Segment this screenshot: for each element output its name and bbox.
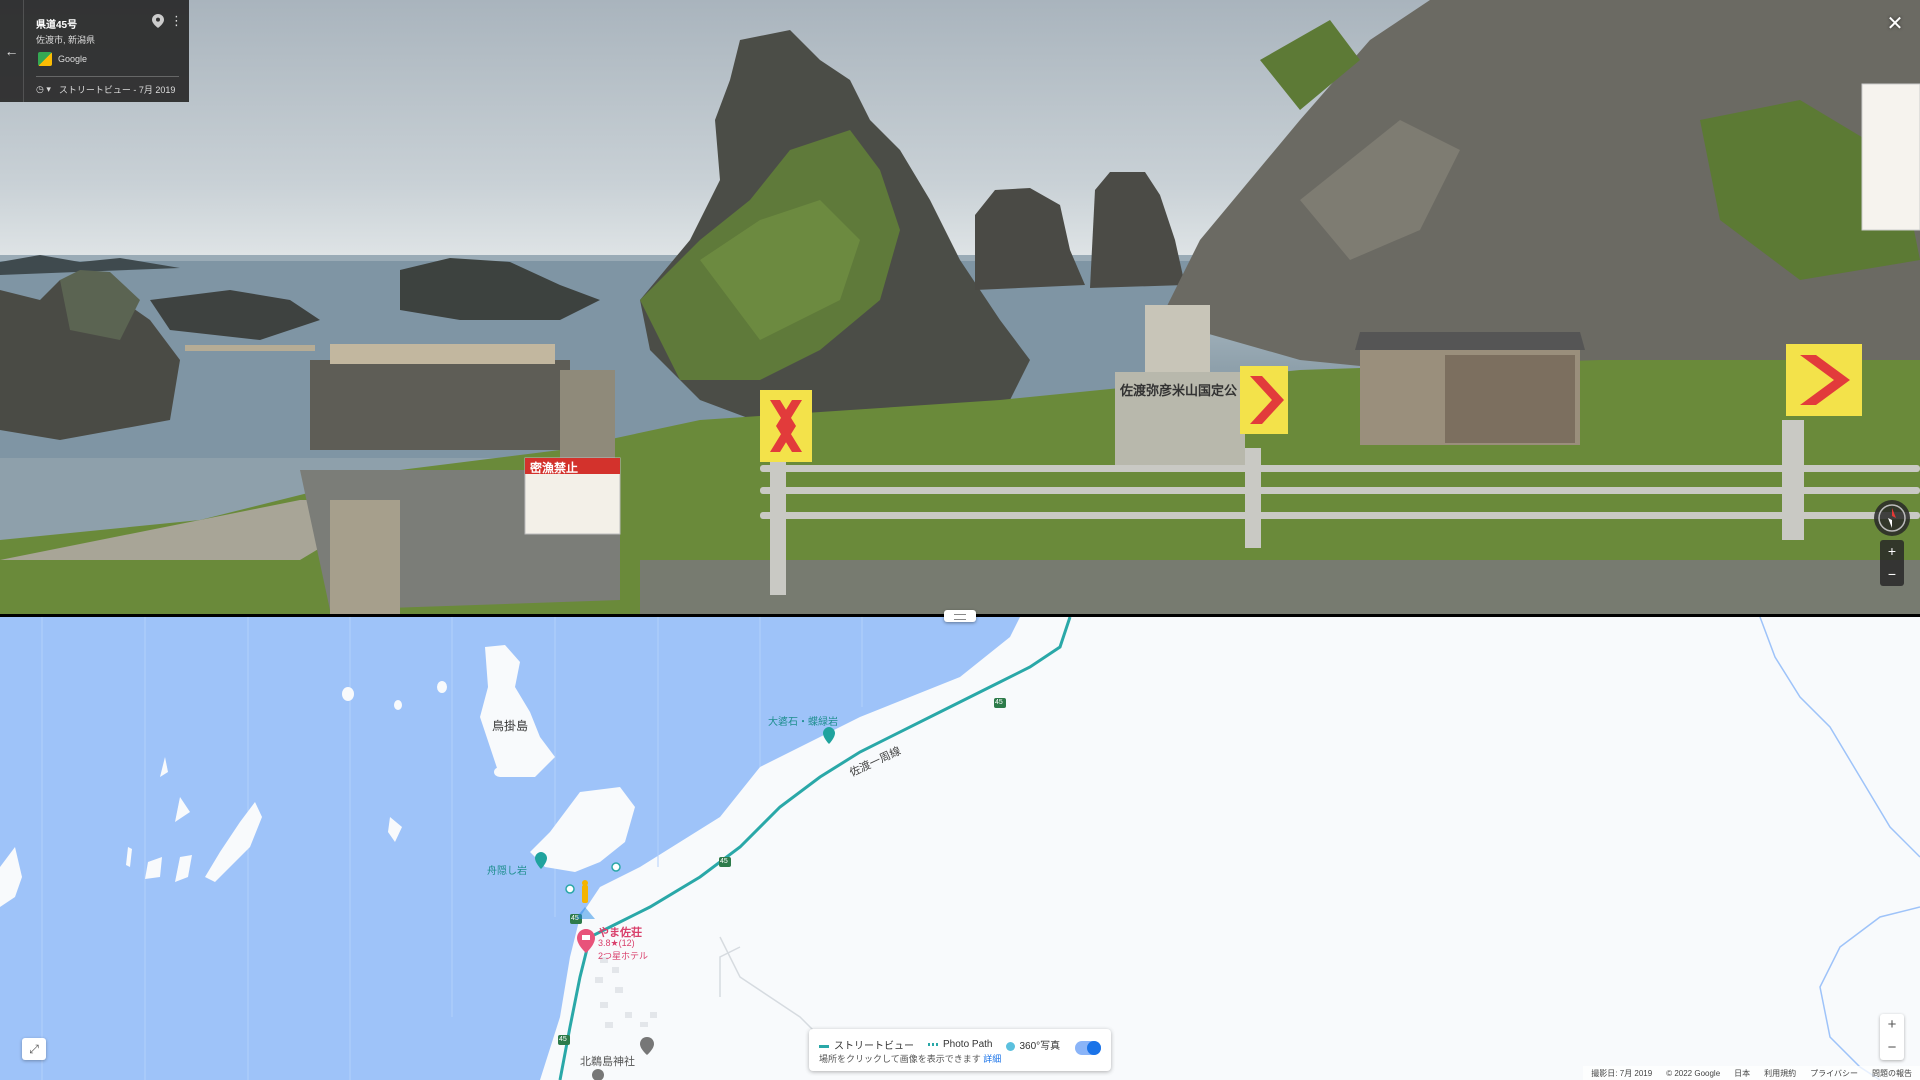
terms-link[interactable]: 利用規約 <box>1764 1068 1796 1079</box>
route-number: 45 <box>720 858 728 865</box>
legend-details-link[interactable]: 詳細 <box>983 1054 1001 1064</box>
history-clock-icon: ◷ ▾ <box>36 84 51 94</box>
shrine-label[interactable]: 北鵜島神社 <box>580 1053 635 1069</box>
route-number: 45 <box>559 1036 567 1043</box>
map-footer: 撮影日: 7月 2019 © 2022 Google 日本 利用規約 プライバシ… <box>1583 1066 1920 1080</box>
more-options-icon[interactable]: ⋮ <box>170 14 183 30</box>
zoom-out-button[interactable]: − <box>1880 563 1904 586</box>
coverage-toggle[interactable] <box>1075 1041 1101 1055</box>
location-info-card: ← 県道45号 佐渡市, 新潟県 Google ⋮ ◷ ▾ ストリートビュー -… <box>0 0 189 102</box>
map-canvas[interactable] <box>0 617 1920 1080</box>
timeline-button[interactable]: ◷ ▾ ストリートビュー - 7月 2019 <box>36 83 175 96</box>
chevron-marker-center <box>1240 366 1288 434</box>
back-arrow-icon[interactable]: ← <box>0 0 24 102</box>
hotel-type: 2つ星ホテル <box>598 951 649 961</box>
map-zoom-out-button[interactable]: − <box>1880 1037 1904 1060</box>
location-subtitle: 佐渡市, 新潟県 <box>36 35 96 45</box>
google-logo-icon <box>38 52 52 66</box>
close-icon[interactable]: ✕ <box>1884 14 1906 36</box>
legend-photopath: Photo Path <box>928 1039 992 1050</box>
street-view-scene[interactable] <box>0 0 1920 614</box>
route-number: 45 <box>995 699 1003 706</box>
location-pin-icon[interactable] <box>152 14 164 28</box>
hotel-pin-icon[interactable] <box>577 929 595 953</box>
legend-360-photo: 360°写真 <box>1006 1037 1060 1052</box>
map-zoom-control: + − <box>1880 1014 1904 1060</box>
country-link[interactable]: 日本 <box>1734 1068 1750 1079</box>
road-title: 県道45号 <box>36 20 78 31</box>
brand-label: Google <box>58 54 88 64</box>
report-link[interactable]: 問題の報告 <box>1872 1068 1912 1079</box>
google-brand: Google <box>38 52 87 66</box>
street-view-panorama[interactable]: 密漁禁止 佐渡弥彦米山国定公 ← 県道45号 佐渡市, 新潟県 Google ⋮… <box>0 0 1920 614</box>
route-number: 45 <box>571 915 579 922</box>
legend-streetview: ストリートビュー <box>819 1037 914 1052</box>
expand-map-icon[interactable]: ⤢ <box>22 1038 46 1060</box>
map-zoom-in-button[interactable]: + <box>1880 1014 1904 1037</box>
poi-label-boat-rock[interactable]: 舟隠し岩 <box>487 862 527 877</box>
shrine-pin-icon[interactable] <box>640 1037 654 1055</box>
legend-hint: 場所をクリックして画像を表示できます 詳細 <box>819 1054 1002 1064</box>
card-divider <box>36 76 179 77</box>
privacy-link[interactable]: プライバシー <box>1810 1068 1858 1079</box>
split-resize-handle[interactable] <box>944 610 976 622</box>
poi-pin-icon[interactable] <box>823 727 835 744</box>
chevron-marker-left <box>760 390 812 462</box>
warning-sign-title: 密漁禁止 <box>530 461 579 475</box>
chevron-marker-right <box>1786 344 1862 416</box>
capture-date: 撮影日: 7月 2019 <box>1591 1068 1653 1078</box>
zoom-in-button[interactable]: + <box>1880 540 1904 563</box>
hotel-rating: 3.8★(12) <box>598 938 635 948</box>
monument-text: 佐渡弥彦米山国定公 <box>1120 383 1238 398</box>
timeline-label: ストリートビュー - 7月 2019 <box>58 85 176 95</box>
copyright: © 2022 Google <box>1666 1068 1721 1078</box>
compass-icon[interactable] <box>1874 500 1910 536</box>
street-view-zoom-control: + − <box>1880 540 1904 586</box>
map-panel[interactable]: 鳥掛島 大碆石・蝶緑岩 佐渡一周線 舟隠し岩 やま佐荘 3.8★(12) 2つ星… <box>0 617 1920 1080</box>
street-view-legend: ストリートビュー Photo Path 360°写真 場所をクリックして画像を表… <box>809 1029 1111 1071</box>
poi-label-rock[interactable]: 大碆石・蝶緑岩 <box>768 713 838 728</box>
island-label: 鳥掛島 <box>492 719 529 733</box>
